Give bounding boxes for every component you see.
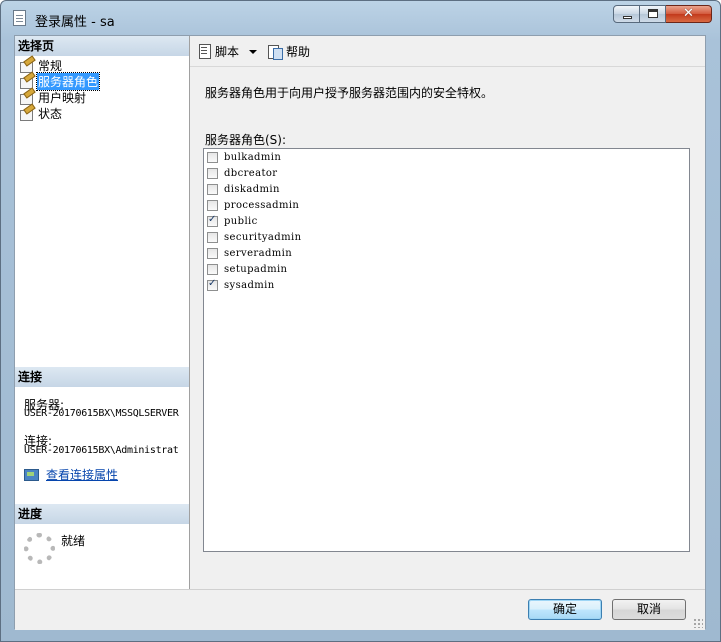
role-item-securityadmin[interactable]: securityadmin [206, 229, 301, 245]
role-checkbox[interactable] [207, 263, 218, 275]
cancel-button[interactable]: 取消 [612, 599, 686, 620]
role-item-processadmin[interactable]: processadmin [206, 197, 299, 213]
progress-spinner-icon [24, 533, 55, 564]
role-name: securityadmin [224, 231, 302, 243]
server-roles-label: 服务器角色(S): [205, 133, 287, 147]
role-name: public [224, 215, 258, 227]
progress-header: 进度 [15, 504, 189, 524]
role-item-dbcreator[interactable]: dbcreator [206, 165, 277, 181]
dialog-client: 选择页 常规 服务器角色 用户映射 状态 连接 服务器: USER-201706… [14, 35, 706, 630]
page-item-label: 常规 [38, 58, 63, 73]
page-icon [19, 74, 34, 89]
role-checkbox[interactable] [207, 151, 218, 163]
role-checkbox[interactable] [207, 183, 218, 195]
view-connection-properties[interactable]: 查看连接属性 [24, 466, 118, 483]
role-name: dbcreator [224, 167, 278, 179]
button-bar: 确定 取消 [15, 589, 705, 630]
page-item-label: 状态 [38, 106, 63, 121]
server-roles-list[interactable]: bulkadmin dbcreator diskadmin processadm… [203, 148, 690, 552]
page-item-status[interactable]: 状态 [19, 105, 63, 121]
close-button[interactable]: ✕ [666, 5, 712, 23]
page-icon [19, 90, 34, 105]
role-item-diskadmin[interactable]: diskadmin [206, 181, 280, 197]
size-grip[interactable] [693, 618, 703, 628]
ok-button[interactable]: 确定 [528, 599, 602, 620]
role-name: bulkadmin [224, 151, 282, 163]
toolbar: 脚本 帮助 [190, 36, 705, 67]
maximize-button[interactable] [640, 5, 666, 23]
script-label: 脚本 [215, 45, 240, 59]
role-name: sysadmin [224, 279, 275, 291]
page-icon [19, 106, 34, 121]
role-name: serveradmin [224, 247, 293, 259]
role-name: processadmin [224, 199, 300, 211]
dropdown-arrow-icon[interactable] [249, 50, 258, 54]
connection-properties-icon [24, 468, 41, 482]
role-checkbox[interactable] [207, 278, 218, 291]
page-item-general[interactable]: 常规 [19, 57, 63, 73]
role-checkbox[interactable] [207, 214, 218, 227]
role-checkbox[interactable] [207, 231, 218, 243]
close-icon: ✕ [683, 6, 694, 21]
role-name: setupadmin [224, 263, 288, 275]
server-value: USER-20170615BX\MSSQLSERVER [24, 408, 179, 419]
role-item-setupadmin[interactable]: setupadmin [206, 261, 287, 277]
role-name: diskadmin [224, 183, 280, 195]
script-icon [198, 44, 212, 59]
window-title: 登录属性 - sa [35, 15, 115, 30]
page-description: 服务器角色用于向用户授予服务器范围内的安全特权。 [205, 86, 494, 100]
view-connection-properties-link[interactable]: 查看连接属性 [46, 466, 118, 483]
login-properties-dialog: 登录属性 - sa ✕ 选择页 常规 服务器角色 用户映射 状态 连接 服务器:… [0, 0, 721, 642]
page-item-label: 用户映射 [38, 90, 87, 105]
page-icon [19, 58, 34, 73]
help-label: 帮助 [286, 45, 311, 59]
page-item-label: 服务器角色 [35, 71, 101, 91]
title-bar[interactable]: 登录属性 - sa ✕ [1, 1, 720, 35]
left-pane: 选择页 常规 服务器角色 用户映射 状态 连接 服务器: USER-201706… [15, 36, 190, 589]
right-pane: 脚本 帮助 服务器角色用于向用户授予服务器范围内的安全特权。 服务器角色(S):… [190, 36, 705, 589]
select-page-header: 选择页 [15, 36, 189, 56]
connection-value: USER-20170615BX\Administrat [24, 445, 179, 456]
page-item-user-mapping[interactable]: 用户映射 [19, 89, 87, 105]
minimize-button[interactable] [613, 5, 640, 23]
connection-header: 连接 [15, 367, 189, 387]
role-item-sysadmin[interactable]: sysadmin [206, 277, 275, 293]
role-item-public[interactable]: public [206, 213, 258, 229]
document-icon [13, 10, 26, 26]
caption-buttons: ✕ [613, 5, 712, 25]
progress-status: 就绪 [61, 534, 86, 548]
help-button[interactable]: 帮助 [268, 43, 310, 60]
role-checkbox[interactable] [207, 199, 218, 211]
script-button[interactable]: 脚本 [198, 43, 258, 60]
role-item-serveradmin[interactable]: serveradmin [206, 245, 292, 261]
role-checkbox[interactable] [207, 167, 218, 179]
help-icon [268, 44, 283, 60]
role-item-bulkadmin[interactable]: bulkadmin [206, 149, 281, 165]
role-checkbox[interactable] [207, 247, 218, 259]
